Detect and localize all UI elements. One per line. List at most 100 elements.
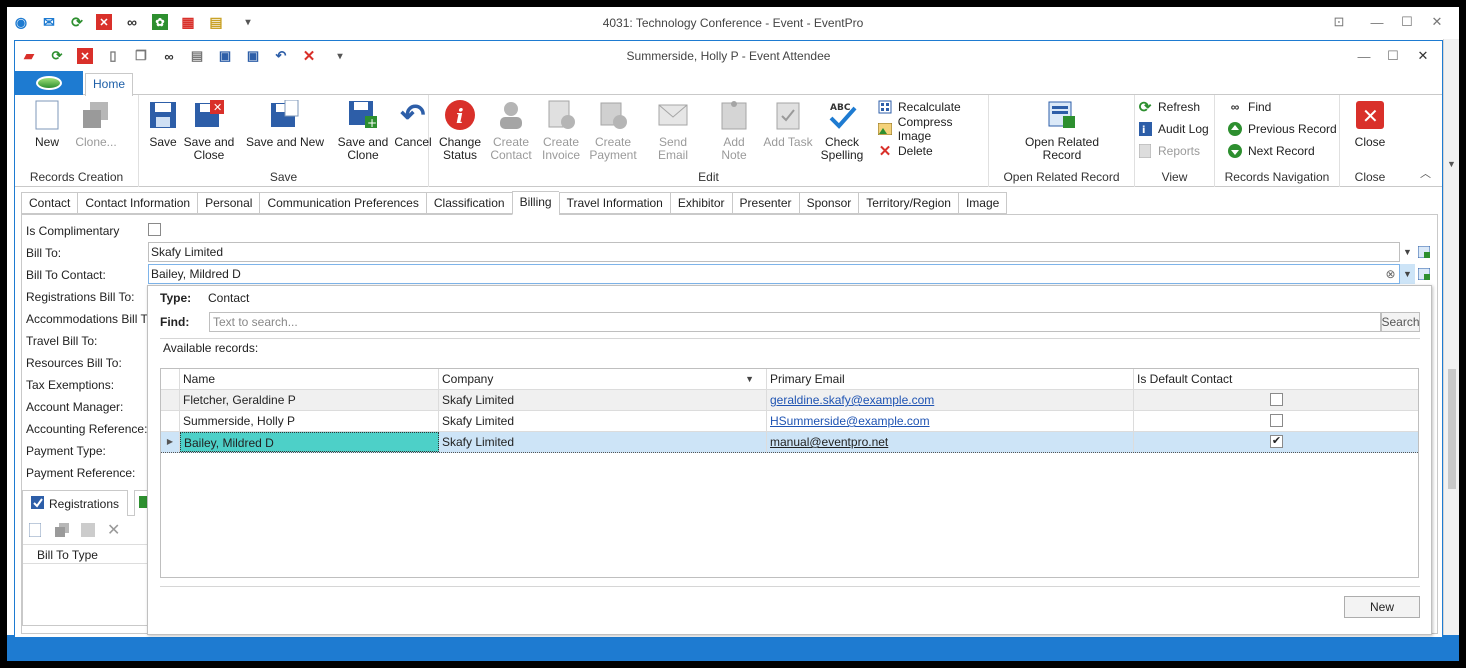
bill-to-contact-field[interactable]: Bailey, Mildred D — [148, 264, 1400, 284]
tab-territory-region[interactable]: Territory/Region — [858, 192, 958, 214]
table-row-selected[interactable]: ▶ Bailey, Mildred D Skafy Limited manual… — [161, 432, 1418, 453]
check-spelling-button[interactable]: ABC Check Spelling — [817, 99, 867, 162]
delete-icon[interactable]: ✕ — [107, 520, 120, 540]
tab-communication-preferences[interactable]: Communication Preferences — [259, 192, 426, 214]
delete-icon: ✕ — [878, 143, 892, 160]
sort-dropdown-icon[interactable]: ▼ — [745, 369, 754, 389]
save-group: Save ✕ Save and Close Save and New + Sav… — [139, 95, 432, 187]
cell-email[interactable]: manual@eventpro.net — [767, 432, 1134, 452]
cell-name[interactable]: Summerside, Holly P — [180, 411, 439, 431]
audit-log-button[interactable]: i Audit Log — [1137, 119, 1209, 139]
tab-billing[interactable]: Billing — [511, 191, 559, 215]
bill-to-field[interactable]: Skafy Limited — [148, 242, 1400, 262]
compress-image-button[interactable]: Compress Image — [877, 115, 988, 143]
email-link[interactable]: HSummerside@example.com — [770, 414, 930, 428]
save-and-close-button[interactable]: ✕ Save and Close — [183, 99, 235, 162]
email-link[interactable]: manual@eventpro.net — [770, 435, 888, 449]
open-related-record-button[interactable]: Open Related Record — [1009, 99, 1115, 162]
email-link[interactable]: geraldine.skafy@example.com — [770, 393, 934, 407]
search-button[interactable]: Search — [1381, 312, 1420, 332]
tab-contact[interactable]: Contact — [21, 192, 78, 214]
tab-image[interactable]: Image — [957, 192, 1008, 214]
tab-sponsor[interactable]: Sponsor — [798, 192, 859, 214]
tab-personal[interactable]: Personal — [197, 192, 260, 214]
is-default-checkbox[interactable] — [1270, 414, 1283, 427]
cell-is-default[interactable] — [1134, 411, 1418, 431]
is-default-checkbox[interactable] — [1270, 393, 1283, 406]
cell-company[interactable]: Skafy Limited — [439, 432, 767, 452]
cell-is-default[interactable] — [1134, 390, 1418, 410]
cell-company[interactable]: Skafy Limited — [439, 390, 767, 410]
cell-email[interactable]: HSummerside@example.com — [767, 411, 1134, 431]
column-primary-email[interactable]: Primary Email — [767, 369, 1134, 389]
is-default-checkbox-checked[interactable]: ✔ — [1270, 435, 1283, 448]
open-record-icon[interactable] — [1416, 242, 1431, 262]
restore-icon[interactable]: ⊡ — [1329, 13, 1349, 31]
maximize-icon[interactable]: ☐ — [1397, 13, 1417, 31]
close-window-icon[interactable]: ✕ — [1413, 47, 1433, 65]
clear-icon[interactable]: ⊗ — [1383, 264, 1398, 284]
tab-home[interactable]: Home — [85, 73, 133, 96]
minimize-icon[interactable]: — — [1354, 47, 1374, 65]
save-and-clone-button[interactable]: + Save and Clone — [335, 99, 391, 162]
cell-email[interactable]: geraldine.skafy@example.com — [767, 390, 1134, 410]
application-menu-button[interactable] — [15, 71, 83, 95]
delete-button[interactable]: ✕ Delete — [877, 141, 933, 161]
clone-icon[interactable] — [55, 523, 69, 540]
previous-record-button[interactable]: Previous Record — [1227, 119, 1337, 139]
search-input[interactable] — [209, 312, 1381, 332]
table-row[interactable]: Fletcher, Geraldine P Skafy Limited gera… — [161, 390, 1418, 411]
open-record-icon[interactable] — [1416, 264, 1431, 284]
outer-scrollbar[interactable]: ▼ — [1443, 39, 1459, 635]
collapse-ribbon-icon[interactable]: ︿ — [1420, 165, 1431, 181]
new-button[interactable]: New — [27, 99, 67, 149]
save-button[interactable]: Save — [145, 99, 181, 149]
grid-icon[interactable] — [81, 523, 95, 540]
cell-name[interactable]: Fletcher, Geraldine P — [180, 390, 439, 410]
tab-contact-information[interactable]: Contact Information — [77, 192, 198, 214]
cell-company[interactable]: Skafy Limited — [439, 411, 767, 431]
column-is-default-contact[interactable]: Is Default Contact — [1134, 369, 1418, 389]
chevron-down-icon[interactable]: ▼ — [1400, 264, 1415, 284]
close-button[interactable]: ✕ Close — [1350, 99, 1390, 149]
change-status-button[interactable]: i Change Status — [437, 99, 483, 162]
create-payment-button[interactable]: Create Payment — [587, 99, 639, 162]
cancel-button[interactable]: ↶ Cancel — [393, 99, 433, 149]
outer-status-bar — [7, 635, 1459, 661]
close-window-icon[interactable]: ✕ — [1427, 13, 1447, 31]
is-complimentary-checkbox[interactable] — [148, 223, 161, 236]
find-button[interactable]: ∞ Find — [1227, 97, 1272, 117]
minimize-icon[interactable]: — — [1367, 13, 1387, 31]
create-invoice-button[interactable]: Create Invoice — [537, 99, 585, 162]
new-document-icon[interactable] — [28, 522, 42, 540]
maximize-icon[interactable]: ☐ — [1383, 47, 1403, 65]
save-and-new-button[interactable]: Save and New — [243, 99, 327, 149]
column-name[interactable]: Name — [180, 369, 439, 389]
row-indicator — [161, 390, 180, 410]
next-record-button[interactable]: Next Record — [1227, 141, 1315, 161]
clone-button[interactable]: Clone... — [71, 99, 121, 149]
payment-type-label: Payment Type: — [26, 444, 106, 458]
table-row[interactable]: Summerside, Holly P Skafy Limited HSumme… — [161, 411, 1418, 432]
scroll-down-icon[interactable]: ▼ — [1447, 159, 1456, 169]
chevron-down-icon[interactable]: ▼ — [1400, 242, 1415, 262]
tab-presenter[interactable]: Presenter — [731, 192, 799, 214]
new-contact-button[interactable]: New — [1344, 596, 1420, 618]
column-bill-to-type[interactable]: Bill To Type — [23, 544, 153, 564]
save-clone-icon: + — [347, 99, 379, 131]
tab-classification[interactable]: Classification — [425, 192, 512, 214]
reports-button[interactable]: Reports — [1137, 141, 1200, 161]
column-company[interactable]: Company ▼ — [439, 369, 767, 389]
cell-name[interactable]: Bailey, Mildred D — [180, 432, 439, 452]
refresh-button[interactable]: ⟳ Refresh — [1137, 97, 1200, 117]
tab-registrations[interactable]: Registrations — [22, 490, 129, 516]
add-note-button[interactable]: Add Note — [709, 99, 759, 162]
outer-scrollbar-thumb[interactable] — [1448, 369, 1456, 489]
tab-travel-information[interactable]: Travel Information — [558, 192, 670, 214]
tab-exhibitor[interactable]: Exhibitor — [669, 192, 732, 214]
recalculate-button[interactable]: Recalculate — [877, 97, 961, 117]
cell-is-default[interactable]: ✔ — [1134, 432, 1418, 452]
create-contact-button[interactable]: Create Contact — [487, 99, 535, 162]
add-task-button[interactable]: Add Task — [763, 99, 813, 149]
send-email-button[interactable]: Send Email — [643, 99, 703, 162]
